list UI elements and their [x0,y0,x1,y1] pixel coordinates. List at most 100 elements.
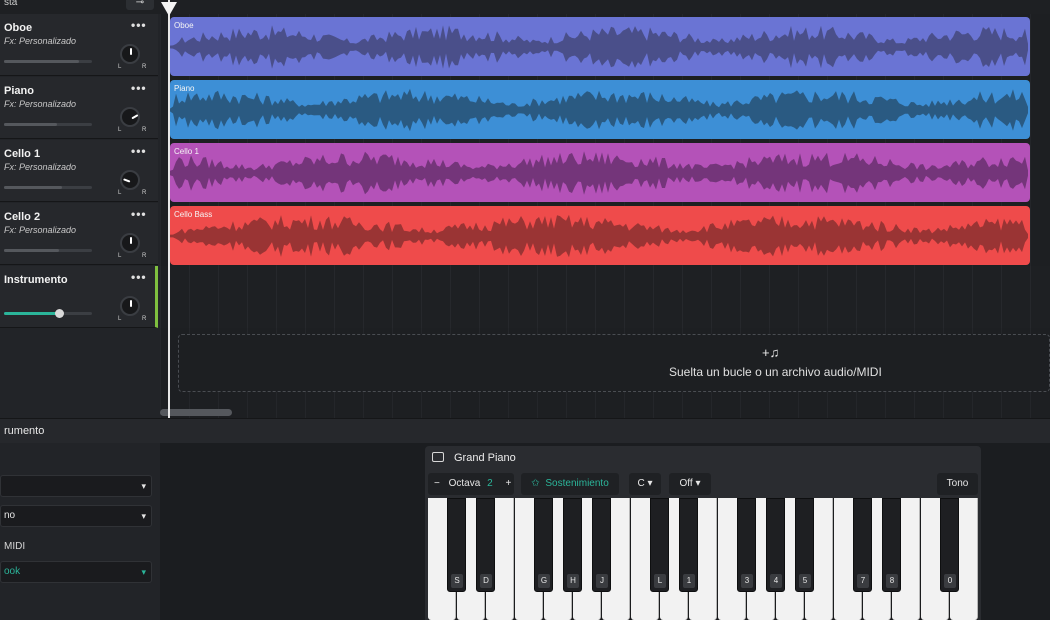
drop-zone[interactable]: +♫ Suelta un bucle o un archivo audio/MI… [178,334,1050,392]
octave-value: 2 [487,478,493,489]
pan-right-label: R [142,127,147,133]
sustain-button[interactable]: ✩ Sostenimiento [521,473,619,495]
horizontal-scrollbar[interactable] [160,409,232,416]
track-name[interactable]: Cello 1 [4,148,40,160]
more-options-icon[interactable]: ••• [131,270,147,284]
instrument-track-lane[interactable] [160,266,1050,328]
velocity-select[interactable]: Off ▾ [669,473,711,495]
black-key[interactable]: 1 [679,498,698,592]
pitch-button[interactable]: Tono [937,473,978,495]
track-name[interactable]: Oboe [4,22,32,34]
key-shortcut-label: J [596,574,608,588]
pan-indicator [130,300,132,307]
black-key[interactable]: 0 [940,498,959,592]
track-header[interactable]: Instrumento ••• L R [0,266,158,328]
playhead-line[interactable] [168,0,170,418]
key-shortcut-label: G [538,574,550,588]
audio-clip[interactable]: Cello Bass [170,206,1030,265]
volume-handle[interactable] [54,309,64,318]
key-shortcut-label: H [567,574,579,588]
key-shortcut-label: D [480,574,492,588]
key-value: C [637,478,645,489]
key-shortcut-label: 1 [683,574,695,588]
waveform [170,151,1028,195]
octave-plus-button[interactable]: + [505,478,511,489]
panel-title: rumento [4,425,45,437]
pan-indicator [131,114,139,120]
octave-control: − Octava 2 + [428,473,514,495]
audio-clip[interactable]: Cello 1 [170,143,1030,202]
pan-left-label: L [118,316,122,322]
waveform [170,214,1028,258]
volume-fill [4,60,79,63]
track-fx[interactable]: Fx: Personalizado [4,225,76,235]
add-loop-icon: +♫ [762,345,780,360]
pan-knob[interactable]: LR [118,170,146,196]
chevron-down-icon: ▾ [141,567,146,577]
black-key[interactable]: L [650,498,669,592]
track-list: Oboe Fx: Personalizado ••• L R Piano Fx: Perso… [0,14,160,418]
key-shortcut-label: 8 [886,574,898,588]
black-key[interactable]: J [592,498,611,592]
audio-clip[interactable]: Oboe [170,17,1030,76]
black-key[interactable]: H [563,498,582,592]
pan-right-label: R [142,190,147,196]
pan-knob[interactable]: LR [118,44,146,70]
more-options-icon[interactable]: ••• [131,207,147,221]
octave-minus-button[interactable]: − [434,478,440,489]
pan-knob[interactable]: LR [118,233,146,259]
volume-slider[interactable] [4,123,92,126]
pan-right-label: R [142,64,147,70]
track-fx[interactable]: Fx: Personalizado [4,36,76,46]
volume-slider[interactable] [4,60,92,63]
sustain-label: Sostenimiento [545,478,609,489]
chevron-down-icon: ▾ [695,478,701,489]
track-header[interactable]: Piano Fx: Personalizado ••• L R [0,77,158,139]
instrument-select[interactable]: ook ▾ [0,561,152,583]
pin-icon[interactable]: ⊸ [126,0,154,10]
volume-slider[interactable] [4,249,92,252]
black-key[interactable]: S [447,498,466,592]
toolbar-label: sta [4,0,18,8]
pan-left-label: L [118,253,122,259]
piano-widget: Grand Piano − Octava 2 + ✩ Sostenimiento… [425,446,981,620]
pan-right-label: R [142,253,147,259]
keyboard-icon [432,452,444,462]
instrument-select[interactable]: no ▾ [0,505,152,527]
track-header[interactable]: Cello 1 Fx: Personalizado ••• L R [0,140,158,202]
track-name[interactable]: Instrumento [4,274,68,286]
pan-indicator [130,48,132,55]
key-shortcut-label: 3 [741,574,753,588]
waveform [170,88,1028,132]
pan-knob[interactable]: LR [118,296,146,322]
black-key[interactable]: 5 [795,498,814,592]
black-key[interactable]: 7 [853,498,872,592]
audio-clip[interactable]: Piano [170,80,1030,139]
instrument-select[interactable]: ▾ [0,475,152,497]
black-key[interactable]: D [476,498,495,592]
velocity-value: Off [679,478,693,489]
more-options-icon[interactable]: ••• [131,81,147,95]
playhead-marker-icon[interactable] [161,2,177,16]
track-fx[interactable]: Fx: Personalizado [4,99,76,109]
volume-slider[interactable] [4,186,92,189]
track-name[interactable]: Cello 2 [4,211,40,223]
key-select[interactable]: C ▾ [629,473,661,495]
volume-slider[interactable] [4,309,92,318]
track-header[interactable]: Cello 2 Fx: Personalizado ••• L R [0,203,158,265]
more-options-icon[interactable]: ••• [131,144,147,158]
black-key[interactable]: G [534,498,553,592]
track-fx[interactable]: Fx: Personalizado [4,162,76,172]
drop-zone-text: Suelta un bucle o un archivo audio/MIDI [669,365,882,379]
key-shortcut-label: S [451,574,463,588]
more-options-icon[interactable]: ••• [131,18,147,32]
track-header[interactable]: Oboe Fx: Personalizado ••• L R [0,14,158,76]
midi-label: MIDI [4,541,26,552]
black-key[interactable]: 3 [737,498,756,592]
pan-knob[interactable]: LR [118,107,146,133]
waveform [170,25,1028,69]
volume-fill [4,186,63,189]
black-key[interactable]: 4 [766,498,785,592]
black-key[interactable]: 8 [882,498,901,592]
track-name[interactable]: Piano [4,85,34,97]
